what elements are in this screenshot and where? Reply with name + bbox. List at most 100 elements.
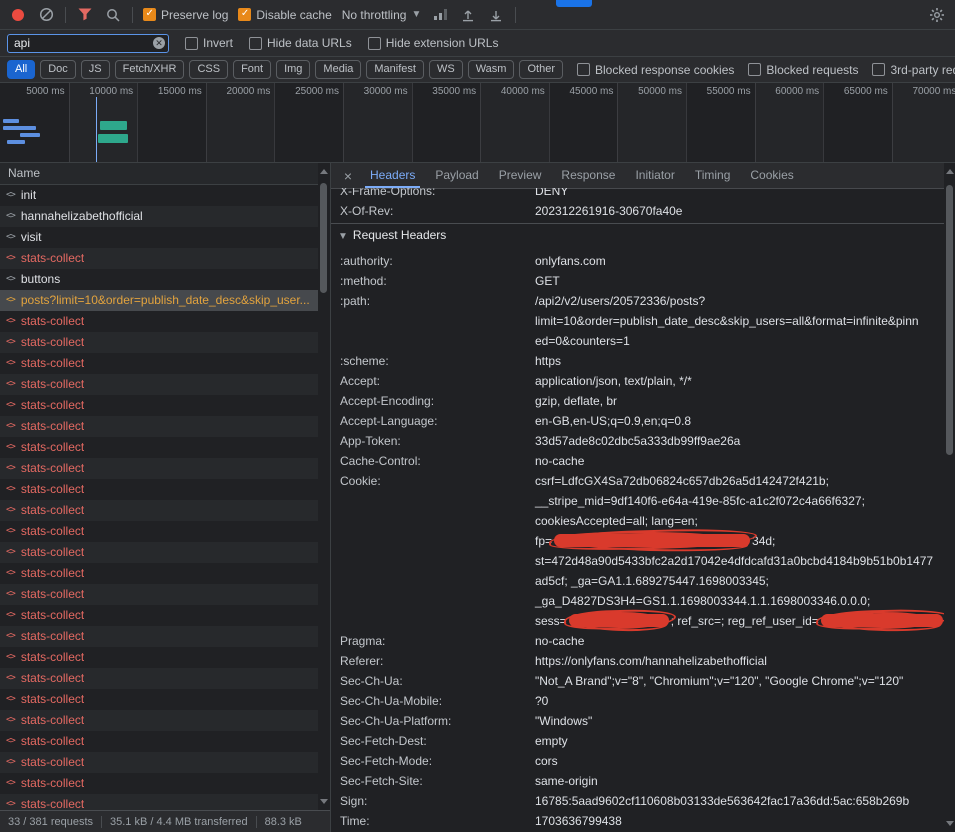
tab-headers[interactable]: Headers <box>360 163 425 188</box>
record-button[interactable] <box>9 6 27 24</box>
scroll-down-icon[interactable] <box>320 799 328 804</box>
request-name: stats-collect <box>21 731 84 752</box>
filter-chip-img[interactable]: Img <box>276 60 310 79</box>
filter-toggle-button[interactable] <box>76 6 94 24</box>
checkbox-icon[interactable] <box>143 8 156 21</box>
clear-button[interactable] <box>37 6 55 24</box>
filter-chip-manifest[interactable]: Manifest <box>366 60 424 79</box>
request-row-stats-collect[interactable]: <>stats-collect <box>0 668 318 689</box>
request-row-hannahelizabethofficial[interactable]: <>hannahelizabethofficial <box>0 206 318 227</box>
scroll-down-icon[interactable] <box>946 821 954 826</box>
script-file-icon: <> <box>6 206 15 227</box>
checkbox-icon[interactable] <box>577 63 590 76</box>
filter-chip-ws[interactable]: WS <box>429 60 463 79</box>
request-row-stats-collect[interactable]: <>stats-collect <box>0 731 318 752</box>
headers-content: X-Frame-Options:DENYX-Of-Rev:20231226191… <box>331 188 944 832</box>
hide-extension-urls-checkbox[interactable]: Hide extension URLs <box>368 36 499 50</box>
scroll-up-icon[interactable] <box>320 169 328 174</box>
request-row-stats-collect[interactable]: <>stats-collect <box>0 374 318 395</box>
request-row-stats-collect[interactable]: <>stats-collect <box>0 248 318 269</box>
request-row-stats-collect[interactable]: <>stats-collect <box>0 521 318 542</box>
request-row-init[interactable]: <>init <box>0 185 318 206</box>
header-row-sign: Sign:16785:5aad9602cf110608b03133de56364… <box>331 791 944 811</box>
filter-chip-font[interactable]: Font <box>233 60 271 79</box>
scrollbar-thumb[interactable] <box>320 183 327 293</box>
tab-initiator[interactable]: Initiator <box>625 163 684 188</box>
request-row-stats-collect[interactable]: <>stats-collect <box>0 689 318 710</box>
checkbox-icon[interactable] <box>872 63 885 76</box>
name-column-header[interactable]: Name <box>0 163 318 185</box>
disable-cache-checkbox[interactable]: Disable cache <box>238 8 331 22</box>
close-details-icon[interactable]: × <box>336 168 360 184</box>
clear-icon <box>39 7 54 22</box>
request-row-stats-collect[interactable]: <>stats-collect <box>0 395 318 416</box>
checkbox-blocked-requests[interactable]: Blocked requests <box>748 63 858 77</box>
request-row-stats-collect[interactable]: <>stats-collect <box>0 647 318 668</box>
filter-chip-fetch-xhr[interactable]: Fetch/XHR <box>115 60 185 79</box>
header-name: Sec-Fetch-Mode: <box>331 751 527 771</box>
request-headers-section[interactable]: ▼Request Headers <box>331 224 944 247</box>
checkbox-icon[interactable] <box>238 8 251 21</box>
preserve-log-checkbox[interactable]: Preserve log <box>143 8 228 22</box>
filter-chip-css[interactable]: CSS <box>189 60 228 79</box>
request-row-stats-collect[interactable]: <>stats-collect <box>0 773 318 794</box>
settings-button[interactable] <box>928 6 946 24</box>
filter-chip-doc[interactable]: Doc <box>40 60 76 79</box>
overview-strip[interactable]: 5000 ms10000 ms15000 ms20000 ms25000 ms3… <box>0 83 955 163</box>
overview-time-label: 70000 ms <box>912 86 955 97</box>
request-row-buttons[interactable]: <>buttons <box>0 269 318 290</box>
import-har-button[interactable] <box>459 6 477 24</box>
checkbox-3rd-party-requests[interactable]: 3rd-party requests <box>872 63 955 77</box>
tab-preview[interactable]: Preview <box>489 163 552 188</box>
filter-input[interactable] <box>7 34 169 53</box>
hide-data-urls-checkbox[interactable]: Hide data URLs <box>249 36 352 50</box>
request-row-stats-collect[interactable]: <>stats-collect <box>0 626 318 647</box>
request-row-stats-collect[interactable]: <>stats-collect <box>0 458 318 479</box>
filter-chip-all[interactable]: All <box>7 60 35 79</box>
request-row-stats-collect[interactable]: <>stats-collect <box>0 437 318 458</box>
clear-filter-icon[interactable]: ✕ <box>153 37 165 49</box>
scrollbar-thumb[interactable] <box>946 185 953 455</box>
invert-checkbox[interactable]: Invert <box>185 36 233 50</box>
filter-chip-other[interactable]: Other <box>519 60 563 79</box>
request-row-visit[interactable]: <>visit <box>0 227 318 248</box>
request-row-posts-limit-10-order-publish-d[interactable]: <>posts?limit=10&order=publish_date_desc… <box>0 290 318 311</box>
request-row-stats-collect[interactable]: <>stats-collect <box>0 584 318 605</box>
request-row-stats-collect[interactable]: <>stats-collect <box>0 479 318 500</box>
search-button[interactable] <box>104 6 122 24</box>
request-list-scrollbar[interactable] <box>318 163 330 810</box>
tab-cookies[interactable]: Cookies <box>740 163 803 188</box>
request-row-stats-collect[interactable]: <>stats-collect <box>0 752 318 773</box>
header-name: :path: <box>331 291 527 351</box>
checkbox-icon[interactable] <box>249 37 262 50</box>
tab-response[interactable]: Response <box>551 163 625 188</box>
checkbox-icon[interactable] <box>368 37 381 50</box>
request-row-stats-collect[interactable]: <>stats-collect <box>0 542 318 563</box>
header-name: Sec-Ch-Ua-Mobile: <box>331 691 527 711</box>
checkbox-icon[interactable] <box>185 37 198 50</box>
checkbox-icon[interactable] <box>748 63 761 76</box>
network-conditions-button[interactable] <box>431 6 449 24</box>
scroll-up-icon[interactable] <box>946 169 954 174</box>
resources-size: 88.3 kB <box>256 816 310 828</box>
tab-payload[interactable]: Payload <box>425 163 488 188</box>
request-row-stats-collect[interactable]: <>stats-collect <box>0 332 318 353</box>
request-row-stats-collect[interactable]: <>stats-collect <box>0 710 318 731</box>
details-scrollbar[interactable] <box>944 163 955 832</box>
request-row-stats-collect[interactable]: <>stats-collect <box>0 500 318 521</box>
request-row-stats-collect[interactable]: <>stats-collect <box>0 794 318 810</box>
filter-chip-js[interactable]: JS <box>81 60 110 79</box>
request-row-stats-collect[interactable]: <>stats-collect <box>0 416 318 437</box>
filter-chip-wasm[interactable]: Wasm <box>468 60 515 79</box>
request-row-stats-collect[interactable]: <>stats-collect <box>0 311 318 332</box>
throttling-select[interactable]: No throttling ▼ <box>342 8 422 22</box>
filter-chip-media[interactable]: Media <box>315 60 361 79</box>
export-har-button[interactable] <box>487 6 505 24</box>
script-file-icon: <> <box>6 794 15 810</box>
request-row-stats-collect[interactable]: <>stats-collect <box>0 605 318 626</box>
preserve-log-label: Preserve log <box>161 8 228 22</box>
checkbox-blocked-response-cookies[interactable]: Blocked response cookies <box>577 63 734 77</box>
request-row-stats-collect[interactable]: <>stats-collect <box>0 563 318 584</box>
tab-timing[interactable]: Timing <box>685 163 741 188</box>
request-row-stats-collect[interactable]: <>stats-collect <box>0 353 318 374</box>
